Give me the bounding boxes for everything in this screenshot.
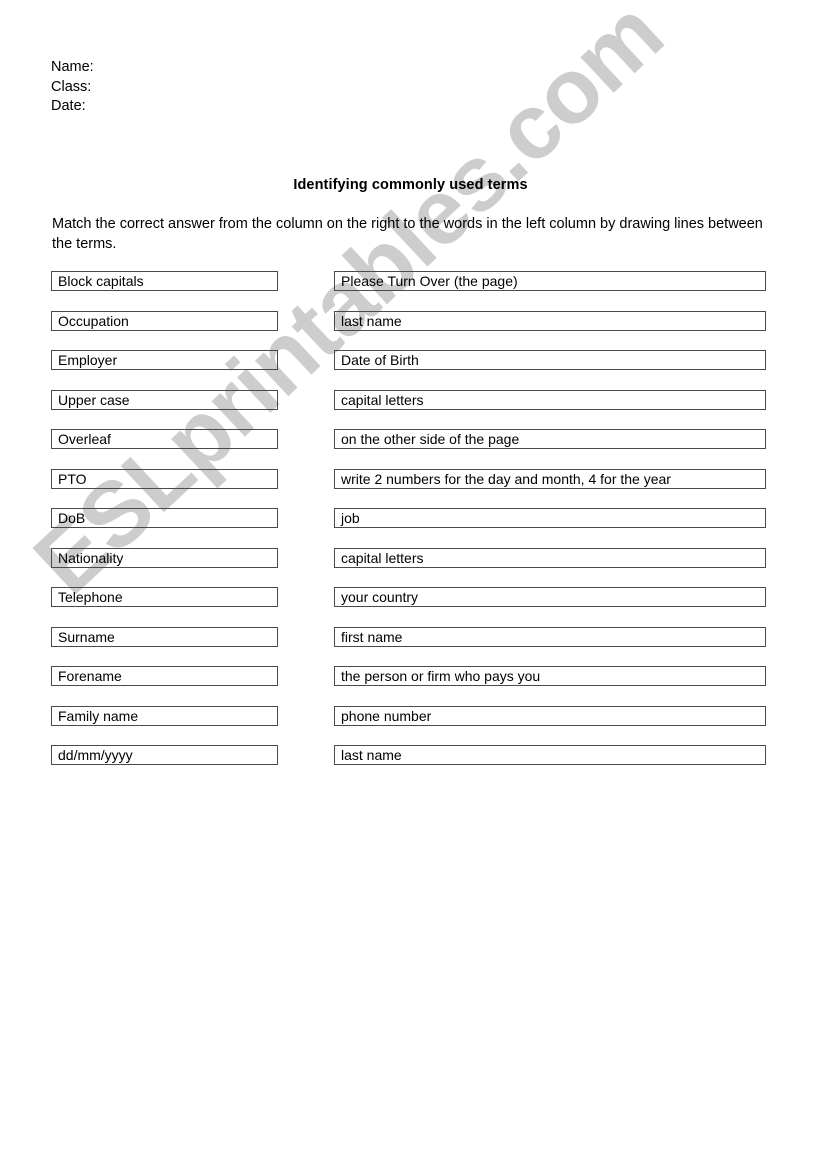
name-field-label: Name: [51, 59, 94, 75]
match-row: DoB job [0, 508, 821, 548]
answer-box[interactable]: last name [334, 310, 766, 331]
term-box[interactable]: dd/mm/yyyy [51, 745, 278, 765]
match-row: Forename the person or firm who pays you [0, 666, 821, 706]
answer-box[interactable]: write 2 numbers for the day and month, 4… [334, 468, 766, 489]
match-row: Upper case capital letters [0, 389, 821, 430]
term-box[interactable]: Telephone [51, 587, 278, 607]
answer-box[interactable]: last name [334, 745, 766, 765]
instructions-text: Match the correct answer from the column… [52, 216, 763, 252]
answer-box[interactable]: Date of Birth [334, 350, 766, 370]
answer-box[interactable]: job [334, 508, 766, 528]
term-box[interactable]: DoB [51, 508, 278, 528]
answer-box[interactable]: the person or firm who pays you [334, 666, 766, 686]
term-box[interactable]: Family name [51, 705, 278, 726]
term-box[interactable]: Upper case [51, 389, 278, 410]
match-row: dd/mm/yyyy last name [0, 745, 821, 785]
date-field-label: Date: [51, 98, 86, 114]
term-box[interactable]: Block capitals [51, 271, 278, 291]
match-row: Nationality capital letters [0, 547, 821, 588]
answer-box[interactable]: phone number [334, 705, 766, 726]
answer-box[interactable]: capital letters [334, 547, 766, 568]
term-box[interactable]: PTO [51, 468, 278, 489]
answer-box[interactable]: on the other side of the page [334, 429, 766, 449]
student-header-fields: Name: Class: Date: [51, 58, 94, 117]
match-row: Telephone your country [0, 587, 821, 627]
term-box[interactable]: Employer [51, 350, 278, 370]
match-row: Overleaf on the other side of the page [0, 429, 821, 469]
match-row: PTO write 2 numbers for the day and mont… [0, 468, 821, 509]
class-field-label: Class: [51, 78, 92, 95]
term-box[interactable]: Occupation [51, 310, 278, 331]
match-row: Surname first name [0, 626, 821, 667]
page-title: Identifying commonly used terms [293, 177, 528, 193]
term-box[interactable]: Nationality [51, 547, 278, 568]
match-row: Employer Date of Birth [0, 350, 821, 390]
term-box[interactable]: Overleaf [51, 429, 278, 449]
term-box[interactable]: Surname [51, 626, 278, 647]
answer-box[interactable]: capital letters [334, 389, 766, 410]
answer-box[interactable]: your country [334, 587, 766, 607]
answer-box[interactable]: first name [334, 626, 766, 647]
match-row: Block capitals Please Turn Over (the pag… [0, 271, 821, 311]
match-row: Family name phone number [0, 705, 821, 746]
match-row: Occupation last name [0, 310, 821, 351]
answer-box[interactable]: Please Turn Over (the page) [334, 271, 766, 291]
matching-exercise-grid: Block capitals Please Turn Over (the pag… [0, 271, 821, 785]
worksheet-page: ESLprintables.com Name: Class: Date: Ide… [0, 0, 821, 1161]
term-box[interactable]: Forename [51, 666, 278, 686]
